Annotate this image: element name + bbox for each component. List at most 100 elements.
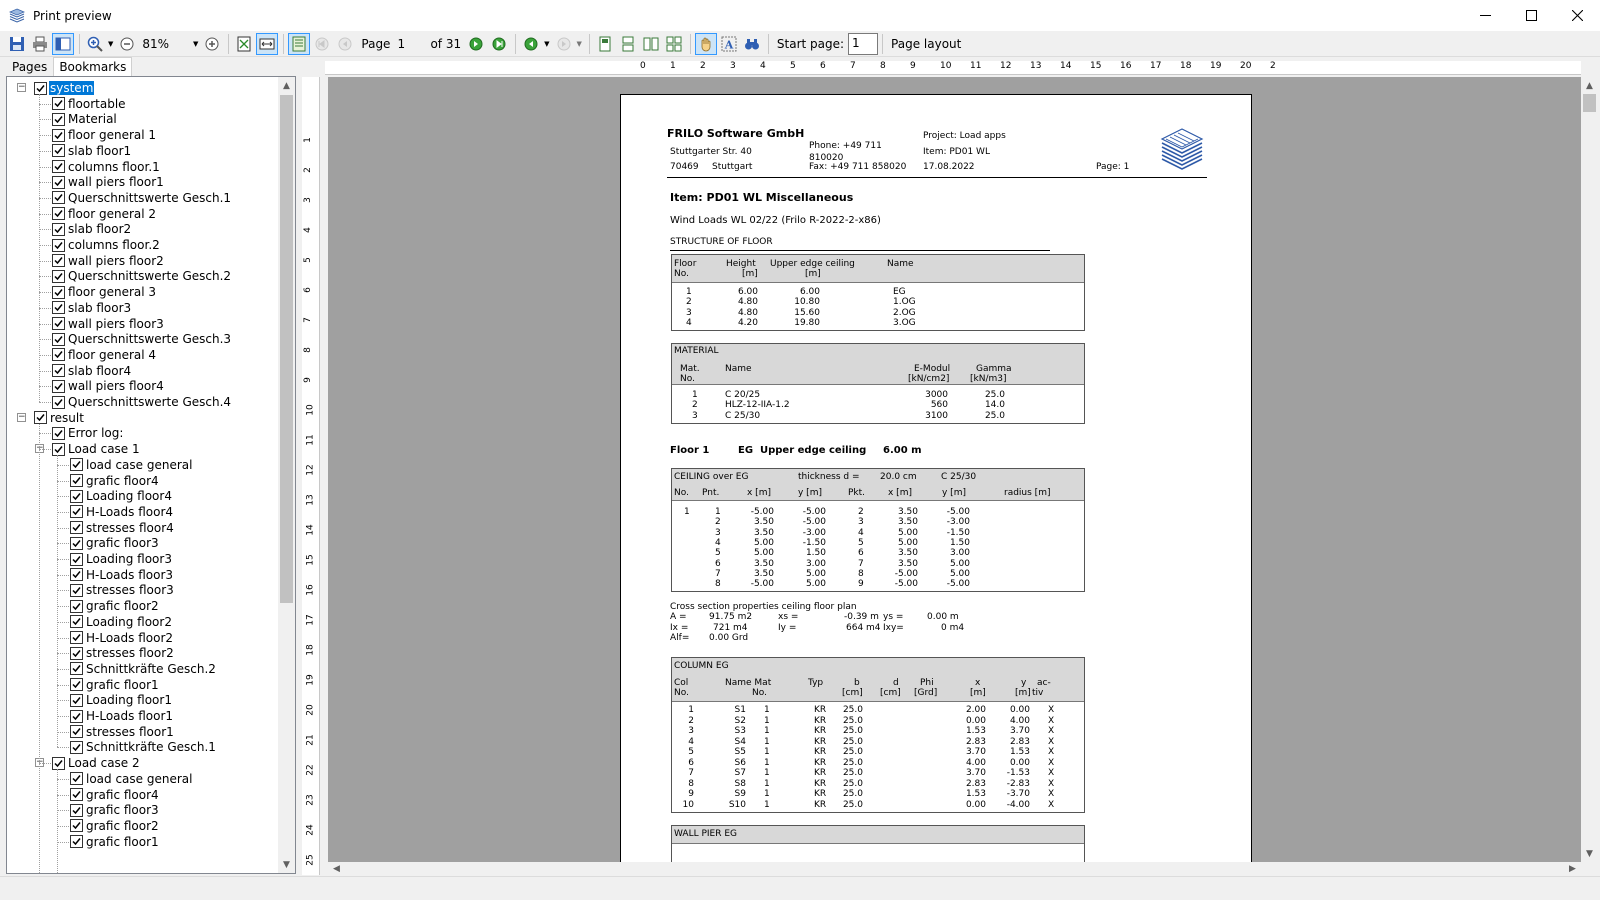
- tree-node[interactable]: grafic floor4: [70, 787, 160, 803]
- thumbnail-view-button[interactable]: [288, 32, 311, 55]
- tree-node[interactable]: H-Loads floor1: [70, 708, 174, 724]
- tree-node[interactable]: grafic floor2: [70, 598, 160, 614]
- history-back-button[interactable]: [520, 33, 542, 55]
- tree-node[interactable]: slab floor4: [52, 363, 132, 379]
- tree-node[interactable]: stresses floor3: [70, 582, 175, 598]
- bookmark-checkbox[interactable]: [52, 395, 65, 409]
- tree-node[interactable]: Loading floor3: [70, 551, 173, 567]
- tree-node[interactable]: Querschnittswerte Gesch.2: [52, 268, 232, 284]
- bookmark-checkbox[interactable]: [52, 144, 65, 158]
- toggle-sidebar-button[interactable]: [52, 32, 74, 55]
- tree-node[interactable]: Querschnittswerte Gesch.4: [52, 394, 232, 410]
- bookmark-checkbox[interactable]: [70, 740, 83, 754]
- bookmark-checkbox[interactable]: [70, 803, 83, 817]
- bookmark-checkbox[interactable]: [70, 474, 83, 487]
- bookmark-checkbox[interactable]: [52, 175, 65, 189]
- tree-node[interactable]: floor general 3: [52, 284, 157, 300]
- tree-node[interactable]: grafic floor3: [70, 802, 160, 818]
- preview-horizontal-scrollbar[interactable]: ◀ ▶: [328, 862, 1581, 876]
- tree-node[interactable]: Schnittkräfte Gesch.2: [70, 661, 217, 677]
- bookmark-checkbox[interactable]: [52, 222, 65, 236]
- bookmark-checkbox[interactable]: [70, 725, 83, 739]
- last-page-button[interactable]: [488, 33, 510, 55]
- two-pages-button[interactable]: [640, 33, 662, 55]
- tree-node[interactable]: floor general 2: [52, 206, 157, 222]
- tree-scrollbar[interactable]: ▲ ▼: [278, 77, 295, 873]
- bookmark-checkbox[interactable]: [52, 756, 65, 770]
- tree-node[interactable]: grafic floor3: [70, 535, 160, 551]
- scroll-right-icon[interactable]: ▶: [1564, 860, 1581, 877]
- tree-node[interactable]: Error log:: [52, 425, 124, 441]
- forward-dropdown-arrow-icon[interactable]: ▼: [577, 40, 582, 48]
- bookmark-checkbox[interactable]: [52, 128, 65, 142]
- bookmark-checkbox[interactable]: [70, 835, 83, 849]
- bookmark-checkbox[interactable]: [52, 348, 65, 362]
- bookmark-checkbox[interactable]: [70, 709, 83, 723]
- multi-page-button[interactable]: [663, 33, 685, 55]
- bookmark-checkbox[interactable]: [52, 332, 65, 346]
- bookmark-checkbox[interactable]: [52, 269, 65, 283]
- bookmark-checkbox[interactable]: [70, 505, 83, 519]
- bookmark-checkbox[interactable]: [70, 772, 83, 786]
- fit-page-button[interactable]: [233, 33, 255, 55]
- hand-tool-button[interactable]: [694, 32, 717, 55]
- bookmark-checkbox[interactable]: [70, 631, 83, 644]
- bookmark-checkbox[interactable]: [52, 301, 65, 315]
- tree-node[interactable]: floor general 4: [52, 347, 157, 363]
- tree-node[interactable]: wall piers floor1: [52, 174, 165, 190]
- tree-node[interactable]: columns floor.1: [52, 159, 161, 175]
- tree-node[interactable]: stresses floor1: [70, 724, 175, 740]
- tree-node[interactable]: Schnittkräfte Gesch.1: [70, 739, 217, 755]
- tree-node[interactable]: Material: [52, 111, 118, 127]
- tree-node[interactable]: H-Loads floor3: [70, 567, 174, 583]
- text-select-button[interactable]: A: [718, 33, 740, 55]
- history-forward-button[interactable]: [553, 33, 575, 55]
- bookmark-checkbox[interactable]: [52, 442, 65, 456]
- preview-scroll-thumb[interactable]: [1583, 94, 1596, 112]
- scroll-down-icon[interactable]: ▼: [278, 856, 295, 873]
- bookmark-checkbox[interactable]: [52, 254, 65, 268]
- tab-bookmarks[interactable]: Bookmarks: [53, 57, 133, 76]
- tree-node[interactable]: Querschnittswerte Gesch.1: [52, 190, 232, 206]
- tree-node[interactable]: stresses floor2: [70, 645, 175, 661]
- tree-node[interactable]: wall piers floor4: [52, 378, 165, 394]
- tree-node[interactable]: grafic floor1: [70, 834, 160, 850]
- scroll-left-icon[interactable]: ◀: [328, 860, 345, 877]
- tree-node[interactable]: Loading floor1: [70, 692, 173, 708]
- tree-node[interactable]: Loading floor2: [70, 614, 173, 630]
- single-page-button[interactable]: [594, 33, 616, 55]
- scroll-up-icon[interactable]: ▲: [1581, 77, 1598, 94]
- bookmark-checkbox[interactable]: [34, 411, 47, 425]
- bookmark-checkbox[interactable]: [70, 489, 83, 503]
- tree-node[interactable]: wall piers floor2: [52, 253, 165, 269]
- back-dropdown-arrow-icon[interactable]: ▼: [544, 40, 549, 48]
- bookmark-checkbox[interactable]: [70, 583, 83, 597]
- tab-pages[interactable]: Pages: [6, 57, 53, 76]
- tree-node[interactable]: floortable: [52, 96, 127, 112]
- scroll-up-icon[interactable]: ▲: [278, 77, 295, 94]
- bookmark-checkbox[interactable]: [52, 207, 65, 221]
- zoom-in-plus-button[interactable]: [201, 33, 223, 55]
- tree-node[interactable]: floor general 1: [52, 127, 157, 143]
- bookmark-checkbox[interactable]: [34, 81, 47, 95]
- tree-node[interactable]: Load case 2: [52, 755, 141, 771]
- bookmark-checkbox[interactable]: [70, 662, 83, 676]
- bookmark-checkbox[interactable]: [52, 317, 65, 330]
- scroll-down-icon[interactable]: ▼: [1581, 845, 1598, 862]
- save-button[interactable]: [6, 33, 28, 55]
- tree-node[interactable]: H-Loads floor4: [70, 504, 174, 520]
- continuous-page-button[interactable]: [617, 33, 639, 55]
- bookmark-checkbox[interactable]: [70, 458, 83, 472]
- bookmark-checkbox[interactable]: [70, 521, 83, 535]
- bookmark-checkbox[interactable]: [70, 678, 83, 692]
- tree-node[interactable]: stresses floor4: [70, 520, 175, 536]
- bookmark-checkbox[interactable]: [52, 97, 65, 111]
- bookmark-checkbox[interactable]: [70, 693, 83, 707]
- bookmark-checkbox[interactable]: [70, 552, 83, 566]
- tree-node[interactable]: load case general: [70, 771, 193, 787]
- zoom-in-button[interactable]: [84, 33, 106, 55]
- tree-node[interactable]: slab floor2: [52, 221, 132, 237]
- maximize-button[interactable]: [1508, 0, 1554, 31]
- close-button[interactable]: [1554, 0, 1600, 31]
- tree-node[interactable]: wall piers floor3: [52, 316, 165, 332]
